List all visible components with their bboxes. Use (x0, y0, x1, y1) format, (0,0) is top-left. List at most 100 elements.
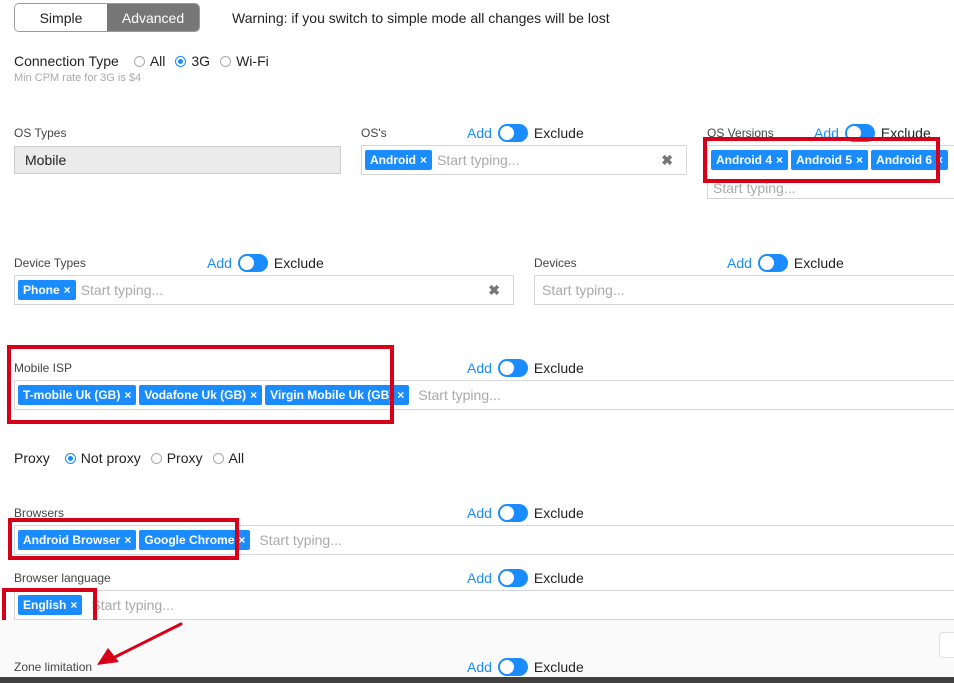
chip-remove-icon[interactable]: × (250, 388, 257, 402)
devices-search-input[interactable] (540, 281, 951, 299)
os-versions-toggle: Add Exclude (814, 124, 931, 142)
chip-label: T-mobile Uk (GB) (23, 388, 121, 402)
devices-exclude-label: Exclude (793, 255, 844, 271)
mobile-isp-toggle: Add Exclude (467, 359, 584, 377)
radio-circle-icon (133, 55, 145, 67)
browser-language-label: Browser language (14, 571, 111, 585)
chip-remove-icon[interactable]: × (64, 283, 71, 297)
chip-remove-icon[interactable]: × (238, 533, 245, 547)
chip-remove-icon[interactable]: × (856, 153, 863, 167)
connection-type-label: Connection Type (14, 53, 119, 69)
oss-search-input[interactable] (435, 151, 659, 169)
connection-type-row: Connection Type All 3G Wi-Fi (14, 53, 279, 69)
device-types-add-link[interactable]: Add (207, 255, 232, 271)
bottom-bar (0, 677, 954, 683)
mobile-isp-label: Mobile ISP (14, 361, 73, 375)
chip-remove-icon[interactable]: × (776, 153, 783, 167)
devices-toggle: Add Exclude (727, 254, 844, 272)
zone-limitation-exclude-label: Exclude (533, 659, 584, 675)
os-types-select[interactable]: Mobile (14, 146, 341, 174)
radio-label: Not proxy (80, 450, 141, 466)
chip-remove-icon[interactable]: × (124, 388, 131, 402)
chip-label: Android Browser (23, 533, 121, 547)
connection-3g-radio[interactable]: 3G (175, 53, 210, 69)
browser-language-toggle: Add Exclude (467, 569, 584, 587)
oss-toggle: Add Exclude (467, 124, 584, 142)
os-versions-label: OS Versions (707, 126, 774, 140)
radio-circle-icon (220, 55, 232, 67)
chip-remove-icon[interactable]: × (397, 388, 404, 402)
browsers-include-exclude-switch[interactable] (497, 504, 528, 522)
chip-label: Android 6 (876, 153, 933, 167)
devices-field[interactable] (534, 275, 954, 305)
side-panel-handle[interactable] (939, 632, 954, 658)
device-types-field[interactable]: Phone × ✖ (14, 275, 514, 305)
browsers-field[interactable]: Android Browser × Google Chrome × (14, 525, 954, 555)
chip-remove-icon[interactable]: × (70, 598, 77, 612)
chip-remove-icon[interactable]: × (124, 533, 131, 547)
zone-limitation-label: Zone limitation (14, 660, 93, 674)
os-versions-include-exclude-switch[interactable] (844, 124, 875, 142)
oss-add-link[interactable]: Add (467, 125, 492, 141)
device-types-search-input[interactable] (78, 281, 486, 299)
chip: Android Browser × (18, 530, 137, 550)
os-versions-search-input[interactable] (711, 179, 951, 197)
chip: Virgin Mobile Uk (GB) × (265, 385, 410, 405)
browsers-label: Browsers (14, 506, 65, 520)
browser-language-field[interactable]: English × (14, 590, 954, 620)
connection-wifi-radio[interactable]: Wi-Fi (220, 53, 269, 69)
connection-hint: Min CPM rate for 3G is $4 (14, 72, 142, 84)
proxy-label: Proxy (14, 450, 50, 466)
browser-language-include-exclude-switch[interactable] (497, 569, 528, 587)
connection-all-radio[interactable]: All (133, 53, 165, 69)
os-versions-field[interactable]: Android 4 × Android 5 × Android 6 × (707, 145, 954, 199)
oss-label: OS's (361, 126, 387, 140)
simple-mode-button[interactable]: Simple (15, 4, 107, 31)
mode-switch: Simple Advanced (14, 3, 200, 32)
browsers-toggle: Add Exclude (467, 504, 584, 522)
mobile-isp-include-exclude-switch[interactable] (497, 359, 528, 377)
chip-remove-icon[interactable]: × (936, 153, 943, 167)
radio-label: 3G (191, 53, 211, 69)
radio-circle-icon (212, 452, 224, 464)
oss-include-exclude-switch[interactable] (497, 124, 528, 142)
device-types-include-exclude-switch[interactable] (237, 254, 268, 272)
chip-label: Google Chrome (144, 533, 235, 547)
zone-limitation-add-link[interactable]: Add (467, 659, 492, 675)
proxy-row: Proxy Not proxy Proxy All (14, 450, 254, 466)
clear-icon[interactable]: ✖ (488, 282, 500, 299)
chip: English × (18, 595, 83, 615)
browser-language-search-input[interactable] (89, 596, 951, 614)
device-types-toggle: Add Exclude (207, 254, 324, 272)
mode-warning: Warning: if you switch to simple mode al… (232, 10, 610, 26)
devices-include-exclude-switch[interactable] (757, 254, 788, 272)
devices-add-link[interactable]: Add (727, 255, 752, 271)
mobile-isp-search-input[interactable] (416, 386, 951, 404)
zone-limitation-include-exclude-switch[interactable] (497, 658, 528, 676)
proxy-proxy-radio[interactable]: Proxy (150, 450, 203, 466)
clear-icon[interactable]: ✖ (661, 152, 673, 169)
radio-label: Proxy (166, 450, 203, 466)
browsers-add-link[interactable]: Add (467, 505, 492, 521)
mobile-isp-add-link[interactable]: Add (467, 360, 492, 376)
os-versions-add-link[interactable]: Add (814, 125, 839, 141)
chip-label: Virgin Mobile Uk (GB) (270, 388, 394, 402)
oss-field[interactable]: Android × ✖ (361, 145, 687, 175)
browser-language-add-link[interactable]: Add (467, 570, 492, 586)
chip: Android 5 × (791, 150, 869, 170)
proxy-all-radio[interactable]: All (212, 450, 244, 466)
browsers-search-input[interactable] (257, 531, 951, 549)
os-versions-exclude-label: Exclude (880, 125, 931, 141)
zone-limitation-toggle: Add Exclude (467, 658, 584, 676)
chip-remove-icon[interactable]: × (420, 153, 427, 167)
devices-label: Devices (534, 256, 577, 270)
mobile-isp-field[interactable]: T-mobile Uk (GB) × Vodafone Uk (GB) × Virg… (14, 380, 954, 410)
proxy-not-proxy-radio[interactable]: Not proxy (64, 450, 141, 466)
chip: Google Chrome × (139, 530, 251, 550)
advanced-mode-button[interactable]: Advanced (107, 4, 199, 31)
os-types-value: Mobile (25, 152, 67, 168)
radio-circle-checked-icon (175, 55, 187, 67)
radio-label: Wi-Fi (236, 53, 269, 69)
annotation-arrow-icon (97, 622, 183, 665)
device-types-exclude-label: Exclude (273, 255, 324, 271)
